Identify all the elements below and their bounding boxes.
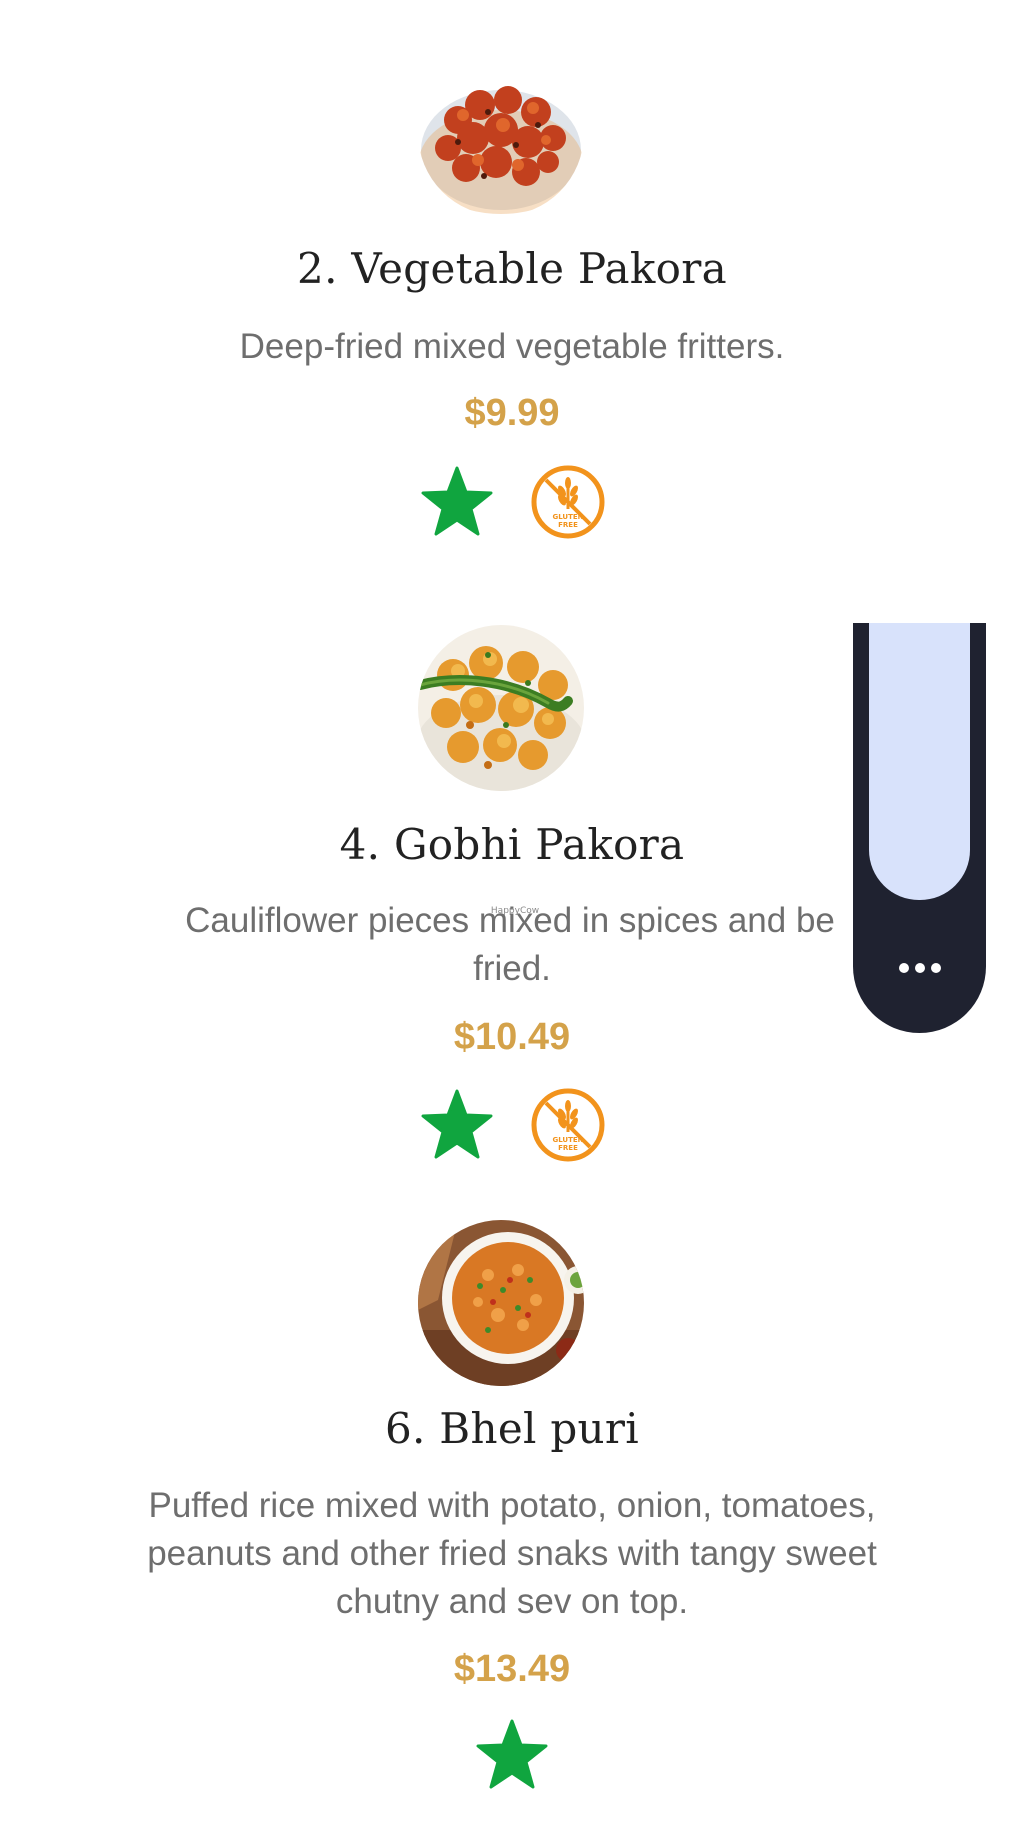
- side-widget-handle[interactable]: [869, 623, 970, 900]
- dish-title: 6. Bhel puri: [384, 1404, 640, 1453]
- gobhi-pakora-photo[interactable]: [418, 625, 584, 791]
- dish-description: Puffed rice mixed with potato, onion, to…: [147, 1486, 877, 1621]
- gluten-free-line1: GLUTEN: [552, 513, 583, 521]
- floating-side-widget[interactable]: [853, 623, 986, 1033]
- gluten-free-line2: FREE: [558, 521, 578, 529]
- dish-description: Cauliflower pieces mixed in spices and b…: [185, 901, 835, 940]
- watermark-text: HappyCow: [490, 906, 540, 916]
- dish-price: $9.99: [464, 392, 560, 434]
- gluten-free-line1: GLUTEN: [552, 1136, 583, 1144]
- dish-badges: GLUTEN FREE: [0, 465, 1024, 539]
- dish-title: 2. Vegetable Pakora: [297, 244, 727, 293]
- gluten-free-line2: FREE: [558, 1144, 578, 1152]
- vegetarian-star-icon: [420, 1088, 494, 1162]
- gluten-free-icon: GLUTEN FREE: [531, 1088, 605, 1162]
- dish-description: Deep-fried mixed vegetable fritters.: [239, 327, 785, 366]
- more-dots-icon[interactable]: [889, 953, 951, 983]
- vegetable-pakora-photo[interactable]: [418, 50, 584, 216]
- dish-badges: GLUTEN FREE: [0, 1088, 1024, 1162]
- gluten-free-icon: GLUTEN FREE: [531, 465, 605, 539]
- vegetarian-star-icon: [420, 465, 494, 539]
- dish-price: $13.49: [453, 1648, 571, 1690]
- vegetarian-star-icon: [475, 1718, 549, 1792]
- bhel-puri-photo[interactable]: [418, 1220, 584, 1386]
- dish-badges: [0, 1718, 1024, 1792]
- dish-description-line2: fried.: [473, 949, 551, 988]
- dish-price: $10.49: [453, 1016, 571, 1058]
